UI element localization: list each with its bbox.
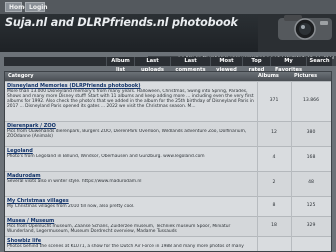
- table-row: Dierenpark / ZOO Pics from Ouwehands die…: [5, 121, 331, 146]
- nav-top-rated[interactable]: Top rated: [242, 57, 270, 73]
- category-description: More than 13.000 Disneyland memory's fro…: [7, 89, 254, 109]
- table-row: Showbiz life Photos behind the scenes at…: [5, 236, 331, 251]
- nav-most-viewed[interactable]: Most viewed: [210, 57, 242, 73]
- album-count: 18: [271, 223, 277, 228]
- row-main: Musea / Museum Pics from Openlucht museu…: [7, 218, 257, 234]
- pictures-header: Pictures: [294, 73, 318, 79]
- nav-album-list[interactable]: Album list: [106, 57, 134, 73]
- row-main: Showbiz life Photos behind the scenes at…: [7, 238, 257, 249]
- picture-count: 168: [306, 155, 316, 160]
- row-main: Legoland Photo's from Legoland in Billun…: [7, 148, 257, 169]
- picture-count: 13.866: [302, 98, 320, 103]
- nav-last-comments[interactable]: Last comments: [170, 57, 210, 73]
- category-table: Category Albums Pictures Disneyland Memo…: [4, 71, 332, 252]
- table-row: Disneyland Memories (DLRPfriends photobo…: [5, 81, 331, 121]
- category-description: My Christmas villages from 2010 till now…: [7, 204, 135, 209]
- category-description: Pics from Openlucht museum, Zaanse Schan…: [7, 224, 231, 234]
- nav-last-uploads[interactable]: Last uploads: [134, 57, 170, 73]
- home-link[interactable]: Home: [5, 2, 28, 12]
- nav-search[interactable]: Search: [306, 57, 332, 66]
- category-description: Several visits also in winter style. htt…: [7, 179, 142, 184]
- category-description: Photos behind the scenes at KLU71, a sho…: [7, 244, 244, 249]
- album-count: 12: [271, 130, 277, 135]
- column-divider: [257, 81, 258, 251]
- login-link[interactable]: Login: [25, 2, 48, 12]
- album-count: 2: [272, 180, 276, 185]
- table-row: Musea / Museum Pics from Openlucht museu…: [5, 216, 331, 236]
- nav-my-favorites[interactable]: My Favorites: [270, 57, 306, 73]
- site-header: Suja.nl and DLRPfriends.nl photobook >>K…: [0, 14, 336, 66]
- picture-count: 329: [306, 223, 316, 228]
- row-main: My Christmas villages My Christmas villa…: [7, 198, 257, 214]
- table-header: Category Albums Pictures: [5, 72, 331, 81]
- table-row: Legoland Photo's from Legoland in Billun…: [5, 146, 331, 171]
- table-row: Madurodam Several visits also in winter …: [5, 171, 331, 196]
- picture-count: 125: [306, 203, 316, 208]
- picture-count: 380: [306, 130, 316, 135]
- row-main: Dierenpark / ZOO Pics from Ouwehands die…: [7, 123, 257, 144]
- album-count: 371: [269, 98, 279, 103]
- album-count: 8: [272, 203, 276, 208]
- column-divider: [291, 81, 292, 251]
- category-header: Category: [8, 73, 34, 79]
- category-description: Photo's from Legoland in Billund, Windso…: [7, 154, 205, 159]
- main-nav: Album list Last uploads Last comments Mo…: [4, 57, 332, 73]
- site-title[interactable]: Suja.nl and DLRPfriends.nl photobook: [5, 16, 238, 29]
- row-main: Madurodam Several visits also in winter …: [7, 173, 257, 194]
- albums-header: Albums: [258, 73, 279, 79]
- top-bar: Home Login: [0, 0, 336, 14]
- album-count: 4: [272, 155, 276, 160]
- category-description: Pics from Ouwehands dierenpark, Burgers …: [7, 129, 247, 139]
- table-row: My Christmas villages My Christmas villa…: [5, 196, 331, 216]
- camera-icon: [258, 14, 336, 52]
- row-main: Disneyland Memories (DLRPfriends photobo…: [7, 83, 257, 119]
- picture-count: 48: [308, 180, 314, 185]
